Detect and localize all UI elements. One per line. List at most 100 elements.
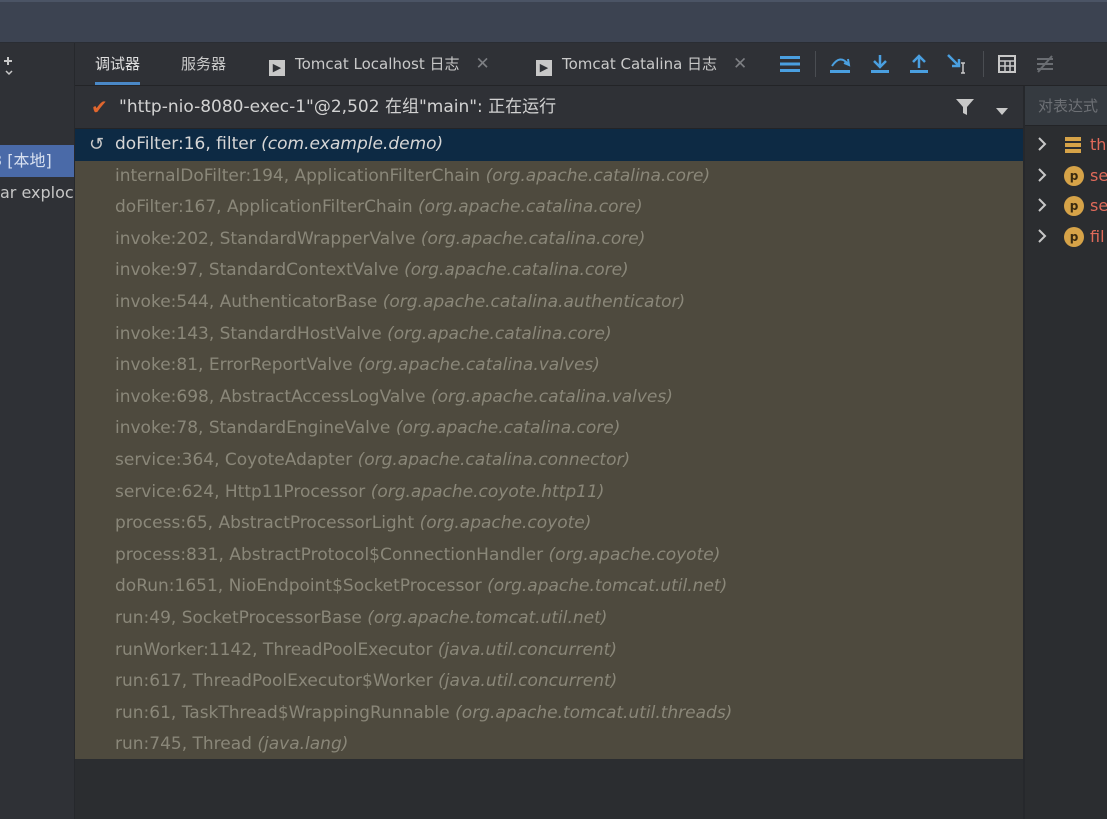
frame-package: (org.apache.catalina.core)	[420, 228, 646, 249]
frame-location: process:65, AbstractProcessorLight	[115, 513, 415, 534]
frames-list: ↺ doFilter:16, filter (com.example.demo) i…	[75, 129, 1023, 759]
variable-name: se	[1090, 165, 1107, 185]
chevron-right-icon[interactable]	[1037, 136, 1047, 156]
frame-row[interactable]: invoke:81, ErrorReportValve (org.apache.…	[75, 350, 1023, 382]
frame-package: (org.apache.tomcat.util.net)	[367, 608, 608, 628]
variable-row[interactable]: p se	[1025, 161, 1107, 191]
frame-row[interactable]: doFilter:167, ApplicationFilterChain (or…	[75, 192, 1023, 224]
frame-row[interactable]: process:65, AbstractProcessorLight (org.…	[75, 508, 1023, 540]
frame-row[interactable]: internalDoFilter:194, ApplicationFilterC…	[75, 161, 1023, 193]
frame-package: (org.apache.coyote)	[419, 513, 592, 534]
frame-location: invoke:97, StandardContextValve	[115, 260, 399, 281]
variable-row[interactable]: p fil	[1025, 222, 1107, 252]
frame-package: (java.util.concurrent)	[438, 671, 618, 692]
frame-row[interactable]: run:745, Thread (java.lang)	[75, 729, 1023, 761]
tree-item[interactable]: ar exploc	[0, 179, 74, 207]
frame-package: (java.util.concurrent)	[437, 639, 617, 660]
thread-selector[interactable]: ✔ "http-nio-8080-exec-1"@2,502 在组"main":…	[75, 86, 1023, 129]
frame-row[interactable]: invoke:143, StandardHostValve (org.apach…	[75, 319, 1023, 351]
frame-location: run:617, ThreadPoolExecutor$Worker	[115, 671, 433, 692]
frame-row[interactable]: doRun:1651, NioEndpoint$SocketProcessor …	[75, 571, 1023, 603]
frame-location: service:624, Http11Processor	[115, 481, 366, 502]
frame-row[interactable]: ↺ doFilter:16, filter (com.example.demo)	[75, 129, 1023, 161]
pin-icon[interactable]	[0, 51, 16, 81]
frame-package: (org.apache.catalina.core)	[485, 165, 711, 186]
frame-package: (org.apache.coyote.http11)	[370, 481, 605, 502]
frame-row[interactable]: run:49, SocketProcessorBase (org.apache.…	[75, 603, 1023, 635]
variable-row[interactable]: p se	[1025, 191, 1107, 221]
frame-package: (org.apache.catalina.core)	[395, 418, 621, 439]
filter-icon[interactable]	[955, 98, 975, 120]
frame-row[interactable]: invoke:202, StandardWrapperValve (org.ap…	[75, 224, 1023, 256]
frame-row[interactable]: invoke:698, AbstractAccessLogValve (org.…	[75, 382, 1023, 414]
tab-server[interactable]: 服务器	[181, 43, 226, 85]
menu-lines-icon[interactable]	[778, 52, 802, 76]
p-badge-icon: p	[1064, 226, 1084, 247]
step-into-icon[interactable]	[868, 52, 892, 76]
evaluate-table-icon[interactable]	[995, 52, 1019, 76]
frame-row[interactable]: run:617, ThreadPoolExecutor$Worker (java…	[75, 666, 1023, 698]
frame-package: (org.apache.tomcat.util.net)	[487, 576, 728, 597]
variable-row[interactable]: th	[1025, 130, 1107, 160]
expression-input[interactable]: 对表达式	[1025, 86, 1107, 126]
p-badge-icon: p	[1064, 165, 1084, 186]
frame-package: (org.apache.coyote)	[548, 544, 721, 565]
frame-package: (org.apache.catalina.core)	[418, 197, 643, 218]
frame-package: (com.example.demo)	[261, 134, 444, 154]
frame-package: (java.lang)	[257, 734, 349, 755]
frame-row[interactable]: service:624, Http11Processor (org.apache…	[75, 477, 1023, 509]
frame-location: doRun:1651, NioEndpoint$SocketProcessor	[115, 576, 482, 597]
frame-location: doFilter:16, filter	[115, 134, 256, 154]
frame-row[interactable]: invoke:97, StandardContextValve (org.apa…	[75, 255, 1023, 287]
check-icon: ✔	[91, 95, 108, 119]
frame-row[interactable]: service:364, CoyoteAdapter (org.apache.c…	[75, 445, 1023, 477]
frame-package: (org.apache.catalina.valves)	[430, 386, 673, 407]
variable-name: se	[1090, 196, 1107, 215]
chevron-right-icon[interactable]	[1037, 197, 1047, 217]
frame-package: (org.apache.catalina.core)	[404, 260, 629, 281]
step-over-icon[interactable]	[828, 52, 852, 76]
frame-location: run:61, TaskThread$WrappingRunnable	[115, 702, 450, 723]
frame-package: (org.apache.catalina.connector)	[357, 450, 631, 470]
disabled-icon	[1033, 52, 1057, 76]
frame-location: invoke:81, ErrorReportValve	[115, 355, 353, 376]
frame-location: process:831, AbstractProtocol$Connection…	[115, 544, 544, 565]
tab-tomcat-catalina-log[interactable]: ▶ Tomcat Catalina 日志 ✕	[536, 43, 747, 85]
frame-package: (org.apache.tomcat.util.threads)	[455, 702, 733, 723]
frame-location: doFilter:167, ApplicationFilterChain	[115, 197, 413, 218]
debug-toolbar: 调试器 服务器 ▶ Tomcat Localhost 日志 ✕ ▶ Tomcat Ca…	[75, 43, 1107, 86]
frame-location: invoke:78, StandardEngineValve	[115, 418, 391, 439]
console-icon: ▶	[269, 60, 285, 76]
variable-name: th	[1090, 135, 1107, 154]
frame-row[interactable]: process:831, AbstractProtocol$Connection…	[75, 540, 1023, 572]
frame-location: invoke:202, StandardWrapperValve	[115, 228, 416, 249]
stack-icon	[1064, 136, 1082, 154]
frames-empty-area	[75, 759, 1023, 819]
frame-location: invoke:544, AuthenticatorBase	[115, 292, 378, 312]
console-icon: ▶	[536, 60, 552, 76]
chevron-down-icon[interactable]	[995, 102, 1009, 121]
frame-thread-selected[interactable]: 3 [本地]	[0, 145, 74, 177]
step-out-icon[interactable]	[907, 52, 931, 76]
chevron-right-icon[interactable]	[1037, 228, 1047, 248]
run-to-cursor-icon[interactable]	[946, 52, 970, 76]
close-icon[interactable]: ✕	[476, 54, 490, 74]
frame-row[interactable]: invoke:544, AuthenticatorBase (org.apach…	[75, 287, 1023, 319]
frame-package: (org.apache.catalina.valves)	[358, 355, 600, 376]
variable-name: fil	[1090, 226, 1105, 246]
frame-location: service:364, CoyoteAdapter	[115, 450, 353, 470]
chevron-right-icon[interactable]	[1037, 167, 1047, 187]
tab-tomcat-localhost-log[interactable]: ▶ Tomcat Localhost 日志 ✕	[269, 43, 490, 85]
close-icon[interactable]: ✕	[733, 54, 747, 74]
frame-row[interactable]: runWorker:1142, ThreadPoolExecutor (java…	[75, 635, 1023, 667]
frame-package: (org.apache.catalina.authenticator)	[382, 292, 686, 312]
frame-location: invoke:143, StandardHostValve	[115, 323, 382, 344]
frame-row[interactable]: invoke:78, StandardEngineValve (org.apac…	[75, 413, 1023, 445]
return-arrow-icon: ↺	[89, 134, 105, 155]
frame-location: internalDoFilter:194, ApplicationFilterC…	[115, 165, 481, 186]
tab-debugger[interactable]: 调试器	[95, 43, 141, 85]
frame-location: runWorker:1142, ThreadPoolExecutor	[115, 639, 433, 660]
frame-location: run:49, SocketProcessorBase	[115, 608, 362, 628]
frame-row[interactable]: run:61, TaskThread$WrappingRunnable (org…	[75, 698, 1023, 730]
thread-title: "http-nio-8080-exec-1"@2,502 在组"main": 正…	[119, 97, 557, 117]
